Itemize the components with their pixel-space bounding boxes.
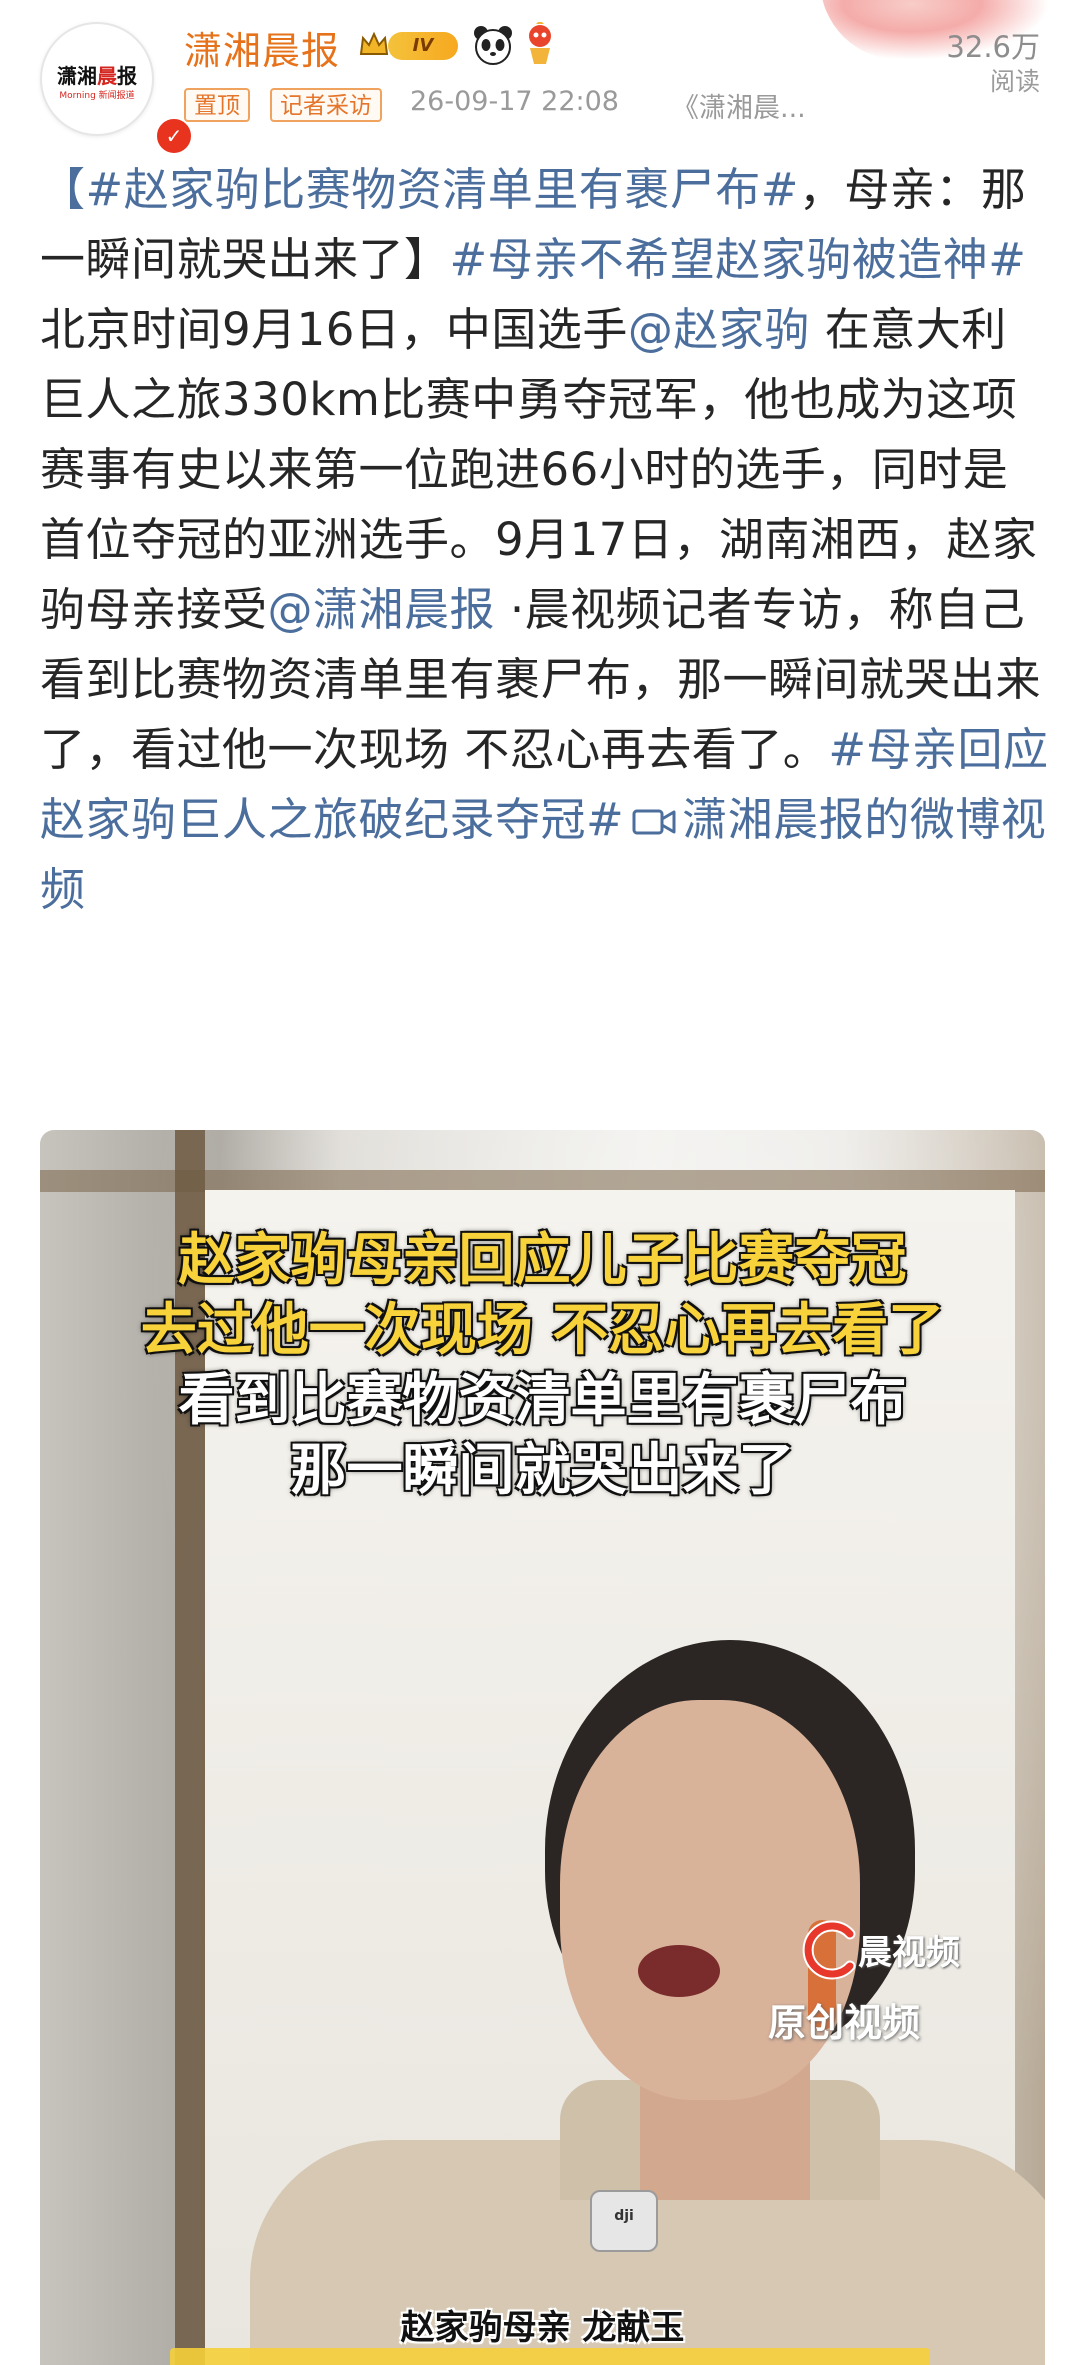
microphone-icon: dji	[590, 2190, 658, 2252]
post-text-segment: 北京时间9月16日，中国选手	[40, 303, 628, 356]
level-badge: IV	[388, 32, 458, 60]
avatar-logo-text: 潇湘晨报	[57, 64, 137, 88]
video-caption-partial	[170, 2348, 930, 2365]
watermark-logo-icon	[802, 1920, 856, 1980]
hashtag-link[interactable]: 【#赵家驹比赛物资清单里有裹尸布#	[40, 163, 799, 216]
watermark-original: 原创视频	[768, 2001, 921, 2045]
post-source[interactable]: 《潇湘晨...	[672, 86, 806, 125]
panda-icon	[474, 26, 512, 65]
video-camera-icon	[632, 809, 676, 835]
crown-icon	[359, 31, 389, 55]
video-player[interactable]: dji 赵家驹母亲回应儿子比赛夺冠 去过他一次现场 不忍心再去看了 看到比赛物资…	[40, 1130, 1045, 2365]
speaker-label: 赵家驹母亲 龙献玉	[400, 2308, 685, 2348]
mention-link[interactable]: @赵家驹	[628, 303, 810, 356]
reads-label: 阅读	[989, 67, 1040, 96]
reads-count: 32.6万	[946, 30, 1040, 64]
post-text: 【#赵家驹比赛物资清单里有裹尸布#，母亲：那一瞬间就哭出来了】#母亲不希望赵家驹…	[40, 155, 1050, 925]
hashtag-link[interactable]: #母亲不希望赵家驹被造神#	[450, 233, 1027, 286]
video-caption: 赵家驹母亲回应儿子比赛夺冠	[178, 1228, 907, 1293]
video-caption: 去过他一次现场 不忍心再去看了	[140, 1298, 945, 1363]
mention-link[interactable]: @潇湘晨报	[268, 583, 496, 636]
interview-badge: 记者采访	[270, 88, 382, 122]
verified-icon: ✓	[154, 116, 194, 156]
avatar[interactable]: 潇湘晨报 Morning 新闻报道 ✓	[40, 22, 194, 156]
account-name[interactable]: 潇湘晨报	[184, 20, 340, 75]
video-caption: 那一瞬间就哭出来了	[290, 1438, 795, 1503]
video-caption: 看到比赛物资清单里有裹尸布	[178, 1368, 907, 1433]
post-timestamp: 26-09-17 22:08	[410, 86, 619, 117]
avatar-logo-subtext: Morning 新闻报道	[59, 91, 135, 101]
watermark-name: 晨视频	[858, 1933, 960, 1973]
post-header: 潇湘晨报 Morning 新闻报道 ✓ 潇湘晨报 IV 置顶 记者采访 26-0…	[0, 0, 1080, 156]
mascot-icon	[529, 22, 551, 64]
pinned-badge: 置顶	[184, 88, 250, 122]
video-person-mouth	[638, 1945, 720, 1997]
